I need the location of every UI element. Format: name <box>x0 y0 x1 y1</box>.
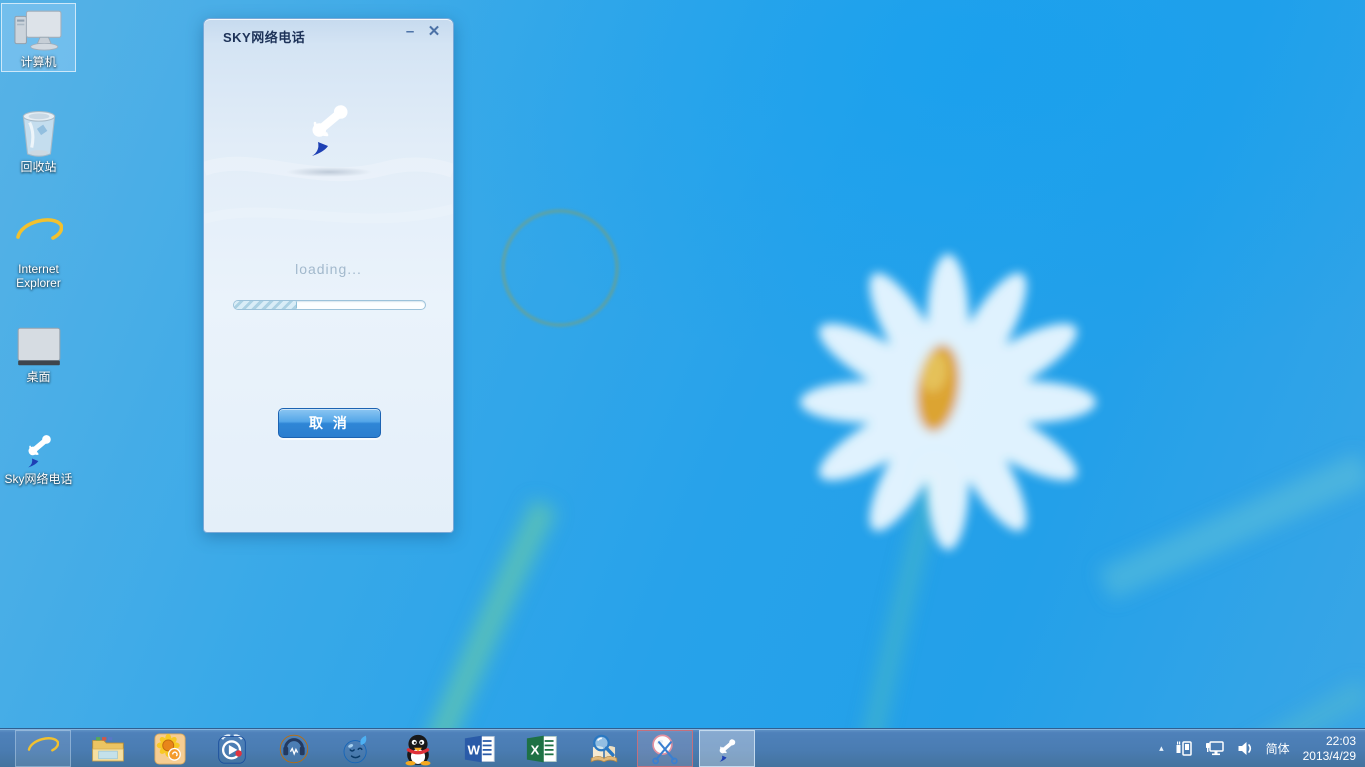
taskbar-screenshot-tool-button[interactable] <box>637 730 693 767</box>
word-letter: W <box>468 742 481 757</box>
music-player-icon <box>278 733 310 765</box>
system-tray: ▴ 简体 22:03 2013/4/29 <box>1159 729 1365 767</box>
taskbar-word-button[interactable]: W <box>452 730 508 767</box>
taskbar-music-player-button[interactable] <box>266 730 322 767</box>
screenshot-tool-icon <box>648 733 682 765</box>
search-tool-icon <box>587 733 621 765</box>
taskbar-ie-button[interactable] <box>15 730 71 767</box>
show-hidden-icons-button[interactable]: ▴ <box>1159 743 1164 754</box>
file-explorer-icon <box>91 734 125 764</box>
excel-icon: X <box>525 733 559 765</box>
dialog-title: SKY网络电话 <box>223 27 305 46</box>
taskbar-qq-button[interactable] <box>390 730 446 767</box>
volume-icon[interactable] <box>1236 739 1255 758</box>
cancel-button[interactable]: 取 消 <box>278 408 381 438</box>
desktop-icon-label: Internet Explorer <box>16 262 61 290</box>
taskbar-excel-button[interactable]: X <box>514 730 570 767</box>
sky-phone-logo <box>293 94 365 160</box>
desktop-icon-label: 计算机 <box>20 55 56 69</box>
close-button[interactable]: ✕ <box>423 22 445 42</box>
desktop-icon-internet-explorer[interactable]: Internet Explorer <box>1 208 76 293</box>
taskbar-sunflower-app-button[interactable] <box>142 730 198 767</box>
safely-remove-hardware-icon[interactable] <box>1175 739 1194 758</box>
excel-letter: X <box>530 742 539 757</box>
sky-phone-dialog: SKY网络电话 – ✕ loading... 取 消 <box>203 18 454 533</box>
taskbar-sky-phone-button[interactable] <box>699 730 755 767</box>
desktop-icon-recycle-bin[interactable]: 回收站 <box>1 104 76 177</box>
taskbar-water-drop-app-button[interactable] <box>328 730 384 767</box>
input-language-indicator[interactable]: 简体 <box>1266 740 1290 757</box>
desktop-icon-label: 回收站 <box>20 160 56 174</box>
dialog-titlebar[interactable]: SKY网络电话 – ✕ <box>204 19 453 47</box>
word-icon: W <box>463 733 497 765</box>
water-drop-app-icon <box>340 733 372 765</box>
clock-date: 2013/4/29 <box>1303 749 1356 764</box>
clock[interactable]: 22:03 2013/4/29 <box>1303 734 1356 764</box>
loading-text: loading... <box>204 261 453 277</box>
taskbar-file-explorer-button[interactable] <box>80 730 136 767</box>
taskbar-search-tool-button[interactable] <box>576 730 632 767</box>
recycle-bin-icon <box>15 108 63 158</box>
desktop-icon-label: 桌面 <box>26 370 50 384</box>
progress-bar <box>233 300 426 310</box>
video-player-icon <box>216 733 248 765</box>
qq-icon <box>403 732 433 766</box>
taskbar-video-player-button[interactable] <box>204 730 260 767</box>
computer-icon <box>13 7 65 53</box>
background-daisy <box>800 254 1096 550</box>
clock-time: 22:03 <box>1303 734 1356 749</box>
ie-icon <box>27 733 59 765</box>
desktop-monitor-icon <box>14 326 64 368</box>
network-icon[interactable] <box>1205 739 1225 758</box>
taskbar: W X <box>0 728 1365 767</box>
sunflower-app-icon <box>154 733 186 765</box>
progress-bar-fill <box>234 301 297 309</box>
desktop-icon-computer[interactable]: 计算机 <box>1 3 76 72</box>
internet-explorer-icon <box>15 212 63 260</box>
desktop-icon-label: Sky网络电话 <box>4 472 72 486</box>
sky-phone-icon <box>16 428 62 470</box>
desktop-icon-desktop[interactable]: 桌面 <box>1 322 76 387</box>
desktop: 计算机 回收站 Internet Explorer 桌面 Sky网络电话 <box>0 0 1365 767</box>
sky-phone-icon <box>711 734 743 764</box>
desktop-icon-sky-phone[interactable]: Sky网络电话 <box>1 424 76 489</box>
minimize-button[interactable]: – <box>399 22 421 42</box>
logo-shadow <box>286 167 372 177</box>
